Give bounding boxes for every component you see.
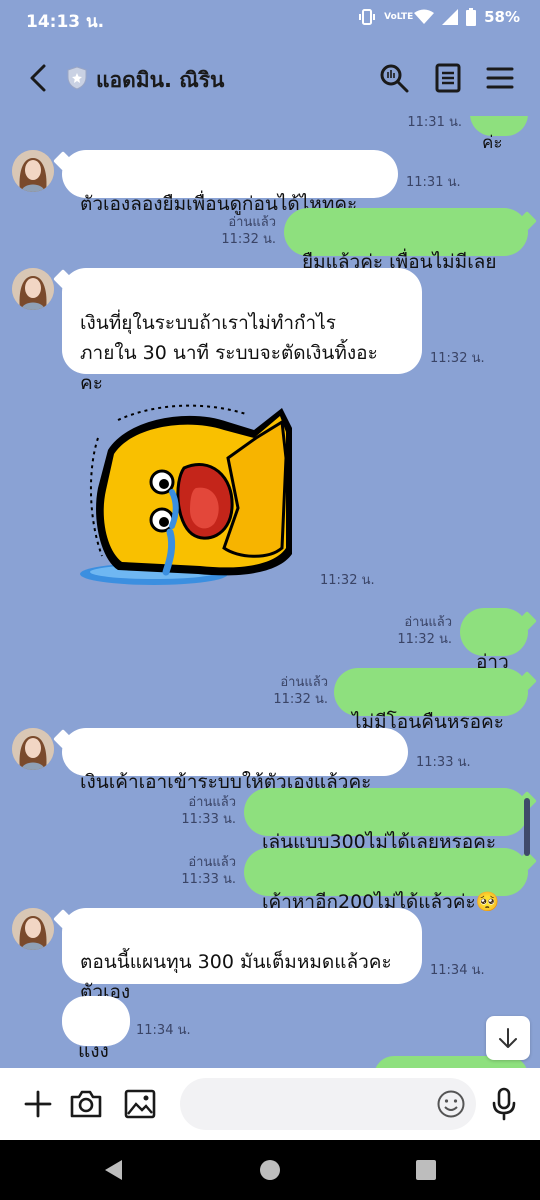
avatar-image xyxy=(12,150,54,192)
avatar-image xyxy=(12,728,54,770)
message-bubble-incoming[interactable]: แงง xyxy=(62,996,130,1062)
menu-icon[interactable] xyxy=(484,62,516,94)
avatar-image xyxy=(12,268,54,310)
message-input-bar xyxy=(0,1068,540,1140)
avatar[interactable] xyxy=(12,728,54,770)
message-read-status: อ่านแล้ว 11:32 น. xyxy=(221,215,276,247)
message-bubble-incoming[interactable]: เงินที่ยุในระบบถ้าเราไม่ทำกำไร ภายใน 30 … xyxy=(62,268,422,394)
message-time: 11:34 น. xyxy=(136,1023,191,1038)
avatar-image xyxy=(12,908,54,950)
battery-icon xyxy=(466,8,477,26)
emoji-icon[interactable] xyxy=(436,1089,466,1119)
chat-area[interactable]: ค่ะ 11:31 น. ตัวเองลองยืมเพื่อนดูก่อนได้… xyxy=(0,116,540,1068)
volte-label: VoLTE xyxy=(384,11,414,22)
message-bubble-incoming[interactable]: ตัวเองลองยืมเพื่อนดูก่อนได้ไหทคะ xyxy=(62,150,398,215)
chat-header: แอดมิน. ณิริน xyxy=(0,40,540,116)
chat-title[interactable]: แอดมิน. ณิริน xyxy=(96,64,224,97)
search-icon[interactable] xyxy=(378,62,410,94)
message-bubble-incoming[interactable]: เงินเค้าเอาเข้าระบบให้ตัวเองแล้วคะ xyxy=(62,728,408,793)
avatar[interactable] xyxy=(12,150,54,192)
message-read-status: อ่านแล้ว 11:32 น. xyxy=(273,675,328,707)
nav-recents-icon[interactable] xyxy=(415,1159,437,1181)
message-bubble-outgoing[interactable]: เค้าหาอีก200ไม่ได้แล้วค่ะ🥺 xyxy=(244,848,528,913)
message-bubble-incoming[interactable]: ตอนนี้แผนทุน 300 มันเต็มหมดแล้วคะ ตัวเอง xyxy=(62,908,422,1003)
message-time: 11:32 น. xyxy=(320,573,375,588)
back-arrow-icon[interactable] xyxy=(24,60,54,96)
plus-icon[interactable] xyxy=(20,1086,56,1122)
message-read-status: อ่านแล้ว 11:32 น. xyxy=(397,615,452,647)
message-bubble-outgoing[interactable]: เล่นแบบ300ไม่ได้เลยหรอคะ xyxy=(244,788,528,853)
nav-home-icon[interactable] xyxy=(259,1159,281,1181)
signal-icon xyxy=(442,9,459,25)
microphone-icon[interactable] xyxy=(486,1086,522,1122)
message-read-status: อ่านแล้ว 11:33 น. xyxy=(181,795,236,827)
avatar[interactable] xyxy=(12,908,54,950)
message-time: 11:31 น. xyxy=(407,116,462,130)
message-bubble-outgoing[interactable]: ไม่มีโอนคืนหรอคะ xyxy=(334,668,528,733)
wifi-icon xyxy=(414,9,435,24)
image-icon[interactable] xyxy=(122,1086,158,1122)
message-text: ตอนนี้แผนทุน 300 มันเต็มหมดแล้วคะ ตัวเอง xyxy=(80,951,392,1003)
message-text: แงง xyxy=(78,1040,109,1062)
system-navigation-bar xyxy=(0,1140,540,1200)
scroll-to-bottom-button[interactable] xyxy=(486,1016,530,1060)
vibrate-icon xyxy=(359,9,376,25)
message-bubble-outgoing[interactable]: อ่าว xyxy=(460,608,528,673)
shield-icon xyxy=(67,66,87,90)
message-bubble-outgoing[interactable]: ยืมแล้วค่ะ เพื่อนไม่มีเลย xyxy=(284,208,528,273)
message-text: ค่ะ xyxy=(482,133,503,153)
battery-level: 58% xyxy=(484,8,520,26)
message-text: เงินที่ยุในระบบถ้าเราไม่ทำกำไร ภายใน 30 … xyxy=(80,312,378,394)
camera-icon[interactable] xyxy=(68,1086,104,1122)
avatar[interactable] xyxy=(12,268,54,310)
message-time: 11:31 น. xyxy=(406,175,461,190)
status-time: 14:13 น. xyxy=(26,12,105,32)
scrollbar[interactable] xyxy=(524,798,530,856)
nav-back-icon[interactable] xyxy=(102,1158,126,1182)
message-read-status: อ่านแล้ว 11:33 น. xyxy=(181,855,236,887)
status-bar: 14:13 น. VoLTE 58% xyxy=(0,0,540,40)
crying-duck-sticker[interactable] xyxy=(78,398,294,588)
message-input[interactable] xyxy=(180,1078,476,1130)
message-time: 11:32 น. xyxy=(430,351,485,366)
notes-icon[interactable] xyxy=(432,62,464,94)
message-time: 11:34 น. xyxy=(430,963,485,978)
message-bubble-outgoing[interactable]: ค่ะ xyxy=(470,116,528,153)
scroll-down-icon xyxy=(499,1028,517,1048)
message-time: 11:33 น. xyxy=(416,755,471,770)
status-icons: VoLTE 58% xyxy=(358,8,520,26)
